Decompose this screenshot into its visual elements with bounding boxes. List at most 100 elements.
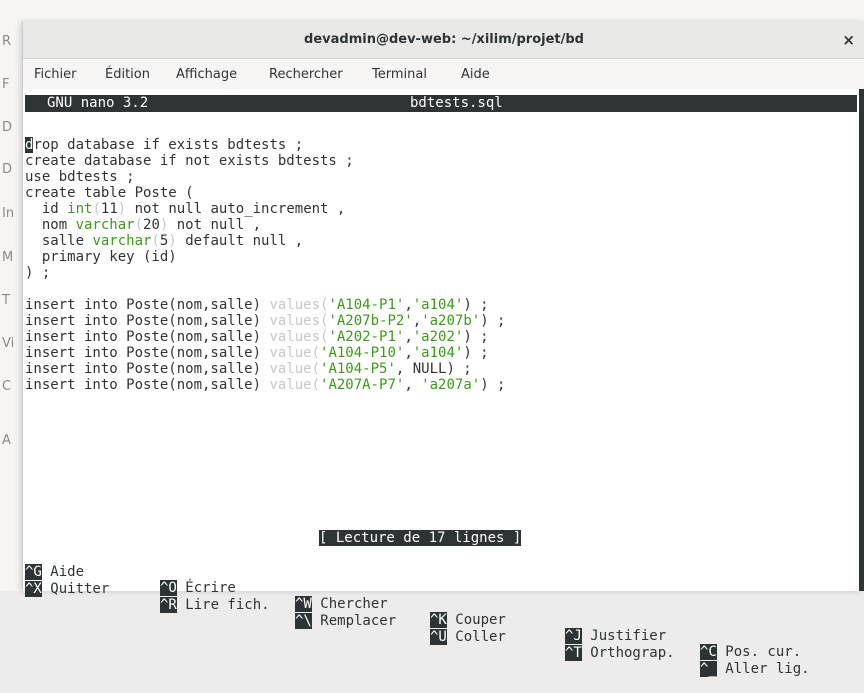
code-text: ,: [412, 313, 422, 329]
nano-version: GNU nano 3.2: [47, 95, 149, 111]
shortcut-remplacer[interactable]: ^\ Remplacer: [295, 613, 396, 629]
code-paren: ): [168, 233, 177, 249]
code-text: insert into Poste(nom,salle): [25, 361, 270, 377]
code-string: 'A202-P1': [328, 329, 405, 345]
code-text: not null auto_increment ,: [126, 201, 346, 217]
insert-line: insert into Poste(nom,salle) value('A207…: [25, 377, 505, 393]
background-label: In: [2, 206, 15, 221]
close-icon[interactable]: ×: [842, 31, 855, 49]
shortcut-aller-lig[interactable]: ^_ Aller lig.: [700, 661, 810, 677]
terminal-content[interactable]: GNU nano 3.2 bdtests.sql drop database i…: [23, 89, 864, 677]
code-function: value(: [269, 377, 321, 393]
code-function: value(: [269, 345, 321, 361]
shortcut-label: Remplacer: [311, 613, 397, 629]
shortcut-key: ^O: [160, 580, 177, 596]
shortcut-key: ^T: [565, 645, 582, 661]
code-text: ) ;: [480, 313, 506, 329]
code-paren: (: [134, 217, 144, 233]
shortcut-label: Coller: [446, 629, 506, 645]
code-text: ) ;: [463, 329, 489, 345]
code-line: salle varchar(5) default null ,: [25, 233, 303, 249]
shortcut-label: Quitter: [41, 581, 110, 597]
shortcut-ecrire[interactable]: ^O Écrire: [160, 580, 236, 596]
code-text: insert into Poste(nom,salle): [25, 297, 270, 313]
code-line: create database if not exists bdtests ;: [25, 153, 354, 169]
code-keyword: varchar: [92, 233, 152, 249]
code-line: use bdtests ;: [25, 169, 135, 185]
code-paren: (: [92, 201, 101, 217]
code-string: 'A104-P10': [320, 345, 405, 361]
shortcut-label: Couper: [446, 612, 506, 628]
shortcut-key: ^_: [700, 661, 717, 677]
code-text: not null ,: [168, 217, 262, 233]
shortcut-coller[interactable]: ^U Coller: [430, 629, 506, 645]
shortcut-label: Chercher: [311, 596, 388, 612]
code-line: nom varchar(20) not null ,: [25, 217, 261, 233]
shortcut-chercher[interactable]: ^W Chercher: [295, 596, 388, 612]
shortcut-label: Aller lig.: [716, 661, 810, 677]
code-text: rop database if exists bdtests ;: [33, 137, 304, 153]
code-line: id int(11) not null auto_increment ,: [25, 201, 346, 217]
nano-status-message: [ Lecture de 17 lignes ]: [319, 530, 522, 546]
code-text: insert into Poste(nom,salle): [25, 377, 270, 393]
shortcut-label: Pos. cur.: [716, 644, 802, 660]
menu-fichier[interactable]: Fichier: [34, 67, 77, 82]
code-string: 'A207A-P7': [320, 377, 405, 393]
code-keyword: varchar: [75, 217, 135, 233]
menu-affichage[interactable]: Affichage: [176, 67, 237, 82]
shortcut-key: ^W: [295, 596, 312, 612]
code-text: ) ;: [463, 297, 489, 313]
code-string: 'A104-P1': [328, 297, 405, 313]
shortcut-couper[interactable]: ^K Couper: [430, 612, 506, 628]
shortcut-pos-cur[interactable]: ^C Pos. cur.: [700, 644, 801, 660]
terminal-window: devadmin@dev-web: ~/xilim/projet/bd × Fi…: [22, 22, 864, 677]
menu-rechercher[interactable]: Rechercher: [269, 67, 343, 82]
code-paren: (: [151, 233, 160, 249]
shortcut-label: Lire fich.: [176, 597, 270, 613]
code-function: values(: [269, 313, 329, 329]
shortcut-key: ^U: [430, 629, 447, 645]
code-keyword: int: [67, 201, 93, 217]
nano-filename: bdtests.sql: [410, 95, 503, 111]
code-string: 'A207b-P2': [328, 313, 413, 329]
code-text: id: [25, 201, 68, 217]
code-text: ) ;: [446, 361, 472, 377]
shortcut-label: Justifier: [581, 628, 667, 644]
background-label: F: [2, 77, 10, 92]
code-text: ) ;: [463, 345, 489, 361]
menu-edition[interactable]: Édition: [105, 67, 150, 82]
code-paren: ): [117, 201, 127, 217]
menu-terminal[interactable]: Terminal: [372, 67, 427, 82]
menu-aide[interactable]: Aide: [461, 67, 490, 82]
shortcut-label: Écrire: [176, 580, 236, 596]
code-line: create table Poste (: [25, 185, 194, 201]
shortcut-justifier[interactable]: ^J Justifier: [565, 628, 666, 644]
shortcut-key: ^K: [430, 612, 447, 628]
code-text: insert into Poste(nom,salle): [25, 345, 270, 361]
shortcut-label: Orthograp.: [581, 645, 675, 661]
code-number: 20: [143, 217, 160, 233]
code-string: 'a104': [412, 345, 464, 361]
title-bar[interactable]: devadmin@dev-web: ~/xilim/projet/bd ×: [23, 22, 864, 59]
menu-bar: Fichier Édition Affichage Rechercher Ter…: [23, 59, 864, 89]
insert-line: insert into Poste(nom,salle) value('A104…: [25, 345, 489, 361]
background-label: T: [2, 293, 10, 308]
code-text: insert into Poste(nom,salle): [25, 329, 270, 345]
background-label: D: [2, 120, 13, 135]
shortcut-lire-fich[interactable]: ^R Lire fich.: [160, 597, 270, 613]
code-text: ,: [404, 377, 422, 393]
code-text: ,: [404, 329, 413, 345]
background-label: M: [2, 250, 14, 265]
insert-line: insert into Poste(nom,salle) values('A10…: [25, 297, 489, 313]
shortcut-orthograp[interactable]: ^T Orthograp.: [565, 645, 675, 661]
code-text: insert into Poste(nom,salle): [25, 313, 270, 329]
insert-line: insert into Poste(nom,salle) values('A20…: [25, 313, 506, 329]
code-text: nom: [25, 217, 76, 233]
insert-line: insert into Poste(nom,salle) value('A104…: [25, 361, 472, 377]
background-label: D: [2, 162, 13, 177]
background-label: C: [2, 379, 12, 394]
scrollbar[interactable]: [859, 89, 864, 591]
shortcut-quitter[interactable]: ^X Quitter: [25, 581, 109, 597]
insert-line: insert into Poste(nom,salle) values('A20…: [25, 329, 489, 345]
shortcut-key: ^X: [25, 581, 42, 597]
